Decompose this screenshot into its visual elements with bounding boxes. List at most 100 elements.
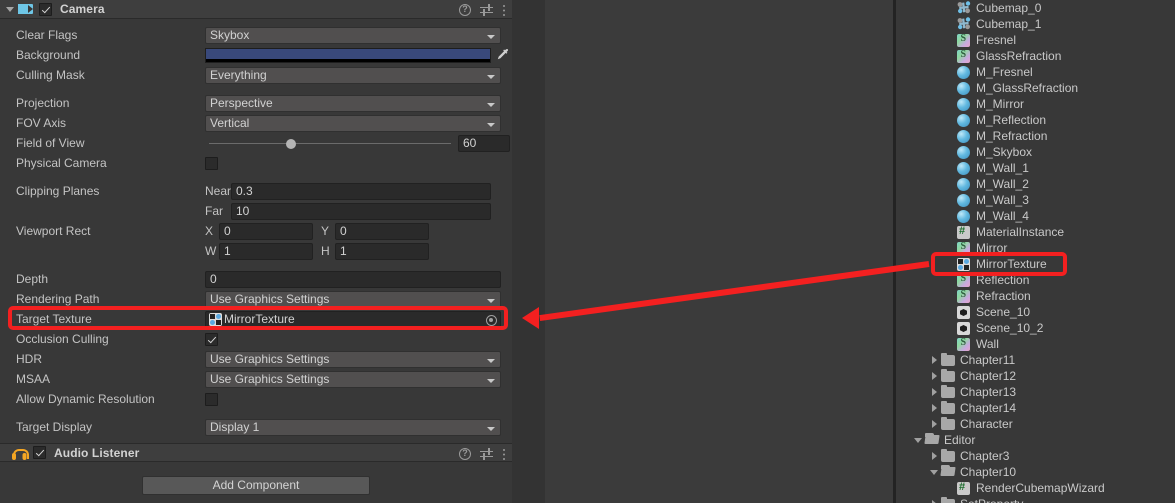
scene-icon-glyph [957,322,970,335]
clipping-far-input[interactable]: 10 [231,202,491,220]
add-component-button[interactable]: Add Component [142,475,370,495]
chevron-down-icon[interactable] [928,464,941,480]
slider-track [209,142,451,144]
culling-mask-dropdown[interactable]: Everything [205,66,501,84]
project-item-scene_10[interactable]: Scene_10 [896,304,1175,320]
chevron-right-icon[interactable] [928,400,941,416]
script-icon [957,481,972,495]
target-display-dropdown[interactable]: Display 1 [205,418,501,436]
shader-icon [957,241,972,255]
project-item-refraction[interactable]: Refraction [896,288,1175,304]
help-icon[interactable]: ? [459,3,471,16]
project-item-materialinstance[interactable]: MaterialInstance [896,224,1175,240]
hdr-dropdown[interactable]: Use Graphics Settings [205,350,501,368]
depth-input[interactable]: 0 [205,270,501,288]
chevron-down-icon [487,378,495,383]
field-of-view-slider[interactable] [205,135,455,152]
chevron-right-icon[interactable] [928,352,941,368]
slider-knob[interactable] [285,138,296,149]
project-item-chapter11[interactable]: Chapter11 [896,352,1175,368]
occlusion-culling-checkbox[interactable] [205,332,218,346]
project-panel[interactable]: Cubemap_0 Cubemap_1 Fresnel GlassRefraction… [896,0,1175,503]
folder-icon-glyph [941,352,955,366]
project-item-m_wall_1[interactable]: M_Wall_1 [896,160,1175,176]
physical-camera-checkbox[interactable] [205,156,218,170]
component-header-audio-listener[interactable]: Audio Listener ? [0,443,512,462]
project-item-m_wall_3[interactable]: M_Wall_3 [896,192,1175,208]
project-item-m_wall_2[interactable]: M_Wall_2 [896,176,1175,192]
viewport-y-input[interactable]: 0 [335,222,429,240]
project-item-scene_10_2[interactable]: Scene_10_2 [896,320,1175,336]
shader-icon [957,49,972,63]
audio-listener-enabled-checkbox[interactable] [33,446,46,459]
project-item-m_fresnel[interactable]: M_Fresnel [896,64,1175,80]
rendering-path-dropdown[interactable]: Use Graphics Settings [205,290,501,308]
chevron-right-icon[interactable] [928,384,941,400]
project-item-setproperty[interactable]: SetProperty [896,496,1175,503]
preset-icon[interactable] [480,3,493,16]
viewport-h-input[interactable]: 1 [335,242,429,260]
project-item-editor[interactable]: Editor [896,432,1175,448]
msaa-dropdown[interactable]: Use Graphics Settings [205,370,501,388]
label-msaa: MSAA [16,372,51,386]
kebab-menu-icon[interactable] [502,447,506,461]
chevron-right-icon[interactable] [928,416,941,432]
project-item-m_reflection[interactable]: M_Reflection [896,112,1175,128]
chevron-down-icon[interactable] [912,432,925,448]
clear-flags-dropdown[interactable]: Skybox [205,26,501,44]
target-texture-object-field[interactable]: MirrorTexture [205,310,501,328]
clipping-near-input[interactable]: 0.3 [231,182,491,200]
row-hdr: HDR Use Graphics Settings [0,349,512,369]
project-item-chapter14[interactable]: Chapter14 [896,400,1175,416]
project-item-m_mirror[interactable]: M_Mirror [896,96,1175,112]
chevron-right-icon[interactable] [928,368,941,384]
help-icon[interactable]: ? [459,447,471,460]
viewport-x-input[interactable]: 0 [219,222,313,240]
project-item-wall[interactable]: Wall [896,336,1175,352]
preset-icon[interactable] [480,447,493,460]
project-item-chapter12[interactable]: Chapter12 [896,368,1175,384]
project-item-label: M_Wall_3 [976,193,1029,207]
project-item-chapter3[interactable]: Chapter3 [896,448,1175,464]
chevron-right-icon[interactable] [928,496,941,503]
project-item-reflection[interactable]: Reflection [896,272,1175,288]
folder-icon-glyph [941,496,955,503]
project-item-glassrefraction[interactable]: GlassRefraction [896,48,1175,64]
project-item-m_refraction[interactable]: M_Refraction [896,128,1175,144]
center-empty-panel [545,0,894,503]
project-item-m_skybox[interactable]: M_Skybox [896,144,1175,160]
project-item-label: Mirror [976,241,1008,255]
material-icon [957,113,972,127]
allow-dynamic-resolution-checkbox[interactable] [205,392,218,406]
target-display-value: Display 1 [210,419,260,434]
project-item-rendercubemapwizard[interactable]: RenderCubemapWizard [896,480,1175,496]
field-of-view-input[interactable]: 60 [458,134,510,152]
project-item-mirrortexture[interactable]: MirrorTexture [896,256,1175,272]
shader-icon-glyph [957,289,970,303]
project-item-chapter10[interactable]: Chapter10 [896,464,1175,480]
project-item-chapter13[interactable]: Chapter13 [896,384,1175,400]
object-picker-icon[interactable] [486,314,497,326]
camera-enabled-checkbox[interactable] [39,2,52,16]
chevron-down-icon [487,426,495,431]
component-header-icons: ? [459,0,506,19]
foldout-arrow-icon[interactable] [4,3,16,15]
project-item-cubemap_0[interactable]: Cubemap_0 [896,0,1175,16]
row-allow-dynamic-resolution: Allow Dynamic Resolution [0,389,512,409]
project-item-character[interactable]: Character [896,416,1175,432]
component-header-camera[interactable]: Camera ? [0,0,512,19]
project-item-m_wall_4[interactable]: M_Wall_4 [896,208,1175,224]
project-item-cubemap_1[interactable]: Cubemap_1 [896,16,1175,32]
eyedropper-icon[interactable] [494,47,512,63]
project-item-m_glassrefraction[interactable]: M_GlassRefraction [896,80,1175,96]
fov-axis-dropdown[interactable]: Vertical [205,114,501,132]
projection-dropdown[interactable]: Perspective [205,94,501,112]
kebab-menu-icon[interactable] [502,3,506,17]
project-item-fresnel[interactable]: Fresnel [896,32,1175,48]
project-item-label: Refraction [976,289,1031,303]
project-item-mirror[interactable]: Mirror [896,240,1175,256]
chevron-right-icon[interactable] [928,448,941,464]
viewport-w-input[interactable]: 1 [219,242,313,260]
background-color-field[interactable] [205,47,491,63]
